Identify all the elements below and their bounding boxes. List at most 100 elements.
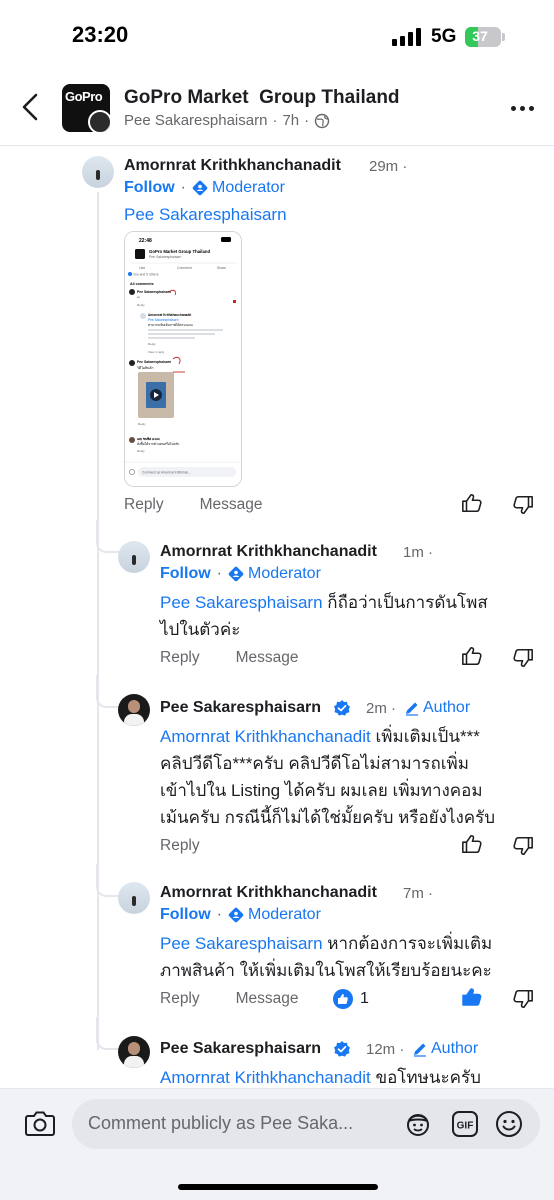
reply-button[interactable]: Reply — [160, 990, 200, 1008]
home-indicator — [178, 1184, 378, 1190]
back-chevron-icon[interactable] — [18, 92, 44, 122]
comment-image[interactable]: 22:48 GoPro Market Group Thailand Pee Sa… — [124, 231, 242, 487]
svg-text:All comments: All comments — [130, 282, 154, 286]
mention-link[interactable]: Pee Sakaresphaisarn — [160, 593, 323, 612]
comment-text: Amornrat Krithkhanchanadit ขอโทษนะครับ — [160, 1068, 481, 1087]
poster-name[interactable]: Pee Sakaresphaisarn — [124, 112, 267, 129]
avatar-sticker-icon[interactable] — [404, 1111, 432, 1137]
thumbs-down-icon[interactable] — [512, 835, 534, 857]
thumbs-up-icon[interactable] — [461, 645, 483, 667]
thumbs-up-icon[interactable] — [461, 492, 483, 514]
comment-time: 1m · — [403, 544, 434, 561]
comment-author[interactable]: Pee Sakaresphaisarn — [160, 699, 321, 717]
moderator-badge: Moderator — [228, 906, 321, 924]
svg-text:Amornrat Krithkhanchanadit: Amornrat Krithkhanchanadit — [148, 313, 192, 317]
svg-text:วิดีโอสินค้า: วิดีโอสินค้า — [137, 365, 154, 370]
screenshot-image: 22:48 GoPro Market Group Thailand Pee Sa… — [125, 232, 241, 486]
mention-link[interactable]: Amornrat Krithkhanchanadit — [160, 1068, 371, 1087]
follow-button[interactable]: Follow — [160, 906, 211, 924]
author-badge: Author — [412, 1040, 478, 1058]
svg-text:Pee Sakaresphaisarn: Pee Sakaresphaisarn — [148, 318, 179, 322]
message-button[interactable]: Message — [236, 649, 299, 667]
message-button[interactable]: Message — [236, 990, 299, 1008]
moderator-badge-icon — [192, 180, 208, 196]
svg-text:Like: Like — [139, 266, 145, 270]
signal-icon — [392, 28, 421, 46]
comment-author[interactable]: Pee Sakaresphaisarn — [160, 1040, 321, 1058]
comment-author[interactable]: Amornrat Krithkhanchanadit — [160, 884, 377, 902]
comment-composer: Comment publicly as Pee Saka... GIF — [0, 1088, 554, 1200]
thumbs-up-icon[interactable] — [461, 833, 483, 855]
group-avatar[interactable]: GoPro — [62, 84, 110, 132]
group-name[interactable]: GoPro Market Group Thailand — [124, 87, 400, 109]
svg-text:Pee Sakaresphaisarn: Pee Sakaresphaisarn — [137, 290, 171, 294]
gif-icon[interactable]: GIF — [451, 1110, 479, 1138]
post-time: 7h — [282, 112, 300, 129]
comment: Amornrat Krithkhanchanadit 7m · Follow ·… — [0, 876, 554, 1016]
svg-text:Reply: Reply — [137, 449, 145, 453]
post-header: GoPro GoPro Market Group Thailand Pee Sa… — [0, 72, 554, 146]
reply-button[interactable]: Reply — [124, 496, 164, 514]
mention-link[interactable]: Pee Sakaresphaisarn — [124, 205, 287, 224]
comment: Amornrat Krithkhanchanadit 1m · Follow ·… — [0, 535, 554, 675]
verified-icon — [334, 1041, 350, 1057]
svg-text:Reply: Reply — [138, 422, 146, 426]
thumbs-down-icon[interactable] — [512, 494, 534, 516]
battery-percent: 37 — [472, 28, 488, 44]
battery-icon: 37 — [465, 27, 505, 47]
comment-author[interactable]: Amornrat Krithkhanchanadit — [160, 543, 377, 561]
comment-text: Pee Sakaresphaisarn — [124, 201, 287, 228]
comment-text: Pee Sakaresphaisarn ก็ถือว่าเป็นการดันโพ… — [160, 593, 488, 639]
more-icon[interactable] — [511, 106, 534, 111]
svg-text:GIF: GIF — [457, 1121, 474, 1132]
svg-text:Comment: Comment — [177, 266, 192, 270]
author-pencil-icon — [406, 702, 418, 716]
moderator-badge-icon — [228, 566, 244, 582]
comment-text: Amornrat Krithkhanchanadit เพิ่มเติมเป็น… — [160, 727, 496, 827]
svg-text:สั่งซื้อได้จากตัวแทนหรือไม่ครั: สั่งซื้อได้จากตัวแทนหรือไม่ครับ — [137, 441, 179, 446]
svg-text:View 1 reply: View 1 reply — [148, 350, 165, 354]
comment-time: 12m · — [366, 1041, 405, 1058]
thumbs-down-icon[interactable] — [512, 647, 534, 669]
moderator-badge: Moderator — [228, 565, 321, 583]
comment-placeholder: Comment publicly as Pee Saka... — [88, 1113, 354, 1133]
mention-link[interactable]: Pee Sakaresphaisarn — [160, 934, 323, 953]
svg-text:22:48: 22:48 — [139, 238, 152, 244]
avatar[interactable] — [118, 1036, 150, 1068]
comment-time: 2m · — [366, 700, 397, 717]
comment: Pee Sakaresphaisarn 12m · Author Amornra… — [0, 1032, 554, 1088]
svg-text:You and 9 others: You and 9 others — [133, 273, 159, 277]
status-bar: 23:20 5G 37 — [0, 0, 554, 72]
follow-button[interactable]: Follow — [124, 179, 175, 197]
like-count[interactable]: 1 — [332, 988, 369, 1010]
comment-input[interactable]: Comment publicly as Pee Saka... GIF — [72, 1099, 540, 1149]
moderator-badge: Moderator — [192, 179, 285, 197]
reply-button[interactable]: Reply — [160, 649, 200, 667]
like-reaction-icon — [333, 989, 353, 1009]
thumbs-up-icon[interactable] — [461, 986, 483, 1008]
avatar[interactable] — [118, 694, 150, 726]
camera-icon[interactable] — [24, 1109, 56, 1137]
avatar[interactable] — [118, 541, 150, 573]
emoji-icon[interactable] — [495, 1110, 523, 1138]
status-time: 23:20 — [72, 22, 129, 47]
mention-link[interactable]: Amornrat Krithkhanchanadit — [160, 727, 371, 746]
svg-text:สามารถเพิ่มเติมภาพได้ตามนะคะ: สามารถเพิ่มเติมภาพได้ตามนะคะ — [148, 322, 193, 327]
comment-time: 29m · — [369, 158, 408, 175]
comment-author[interactable]: Amornrat Krithkhanchanadit — [124, 157, 341, 175]
post-meta: Pee Sakaresphaisarn · 7h · — [124, 112, 330, 129]
reply-button[interactable]: Reply — [160, 837, 200, 855]
svg-text:Pee Sakaresphaisarn: Pee Sakaresphaisarn — [149, 255, 182, 259]
comment-time: 7m · — [403, 885, 434, 902]
thumbs-down-icon[interactable] — [512, 988, 534, 1010]
avatar[interactable] — [118, 882, 150, 914]
verified-icon — [334, 700, 350, 716]
author-badge: Author — [404, 699, 470, 717]
svg-text:Pee Sakaresphaisarn: Pee Sakaresphaisarn — [137, 360, 171, 364]
follow-button[interactable]: Follow — [160, 565, 211, 583]
message-button[interactable]: Message — [200, 496, 263, 514]
network-type: 5G — [431, 26, 457, 47]
avatar[interactable] — [82, 156, 114, 188]
comment: Pee Sakaresphaisarn 2m · Author Amornrat… — [0, 690, 554, 860]
comment: Amornrat Krithkhanchanadit 29m · Follow … — [0, 150, 554, 530]
